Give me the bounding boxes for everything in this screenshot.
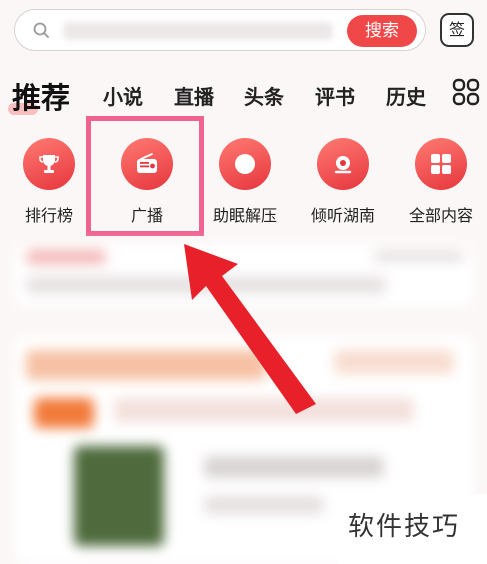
shortcut-label: 排行榜 xyxy=(24,206,73,225)
search-input[interactable]: 搜索 xyxy=(14,9,426,51)
shortcut-all-content[interactable]: 全部内容 xyxy=(401,138,481,228)
shortcut-hunan[interactable]: 倾听湖南 xyxy=(303,138,383,228)
search-button[interactable]: 搜索 xyxy=(347,15,417,47)
annotation-highlight-box xyxy=(86,116,204,236)
tab-headlines[interactable]: 头条 xyxy=(244,81,284,110)
moon-icon xyxy=(235,154,255,174)
search-placeholder-blur xyxy=(63,22,333,40)
watermark-text: 软件技巧 xyxy=(348,512,461,542)
tab-storytelling[interactable]: 评书 xyxy=(315,81,355,110)
shortcut-sleep[interactable]: 助眠解压 xyxy=(205,138,285,228)
all-categories-icon[interactable] xyxy=(452,78,480,106)
search-icon xyxy=(33,22,49,38)
shortcut-label: 全部内容 xyxy=(408,206,473,225)
location-icon xyxy=(334,156,352,174)
tab-novel[interactable]: 小说 xyxy=(103,81,143,110)
shortcut-ranking[interactable]: 排行榜 xyxy=(9,138,89,228)
shortcut-label: 倾听湖南 xyxy=(310,206,375,225)
sign-in-button[interactable]: 签 xyxy=(440,13,474,47)
annotation-arrow-icon xyxy=(184,244,316,414)
tab-live[interactable]: 直播 xyxy=(174,81,214,110)
tab-history[interactable]: 历史 xyxy=(386,81,426,110)
shortcut-label: 助眠解压 xyxy=(212,206,277,225)
category-tabs: 推荐 小说 直播 头条 评书 历史 xyxy=(0,75,487,115)
tab-recommend[interactable]: 推荐 xyxy=(12,75,70,117)
trophy-icon xyxy=(39,155,59,173)
grid-icon xyxy=(431,154,451,174)
